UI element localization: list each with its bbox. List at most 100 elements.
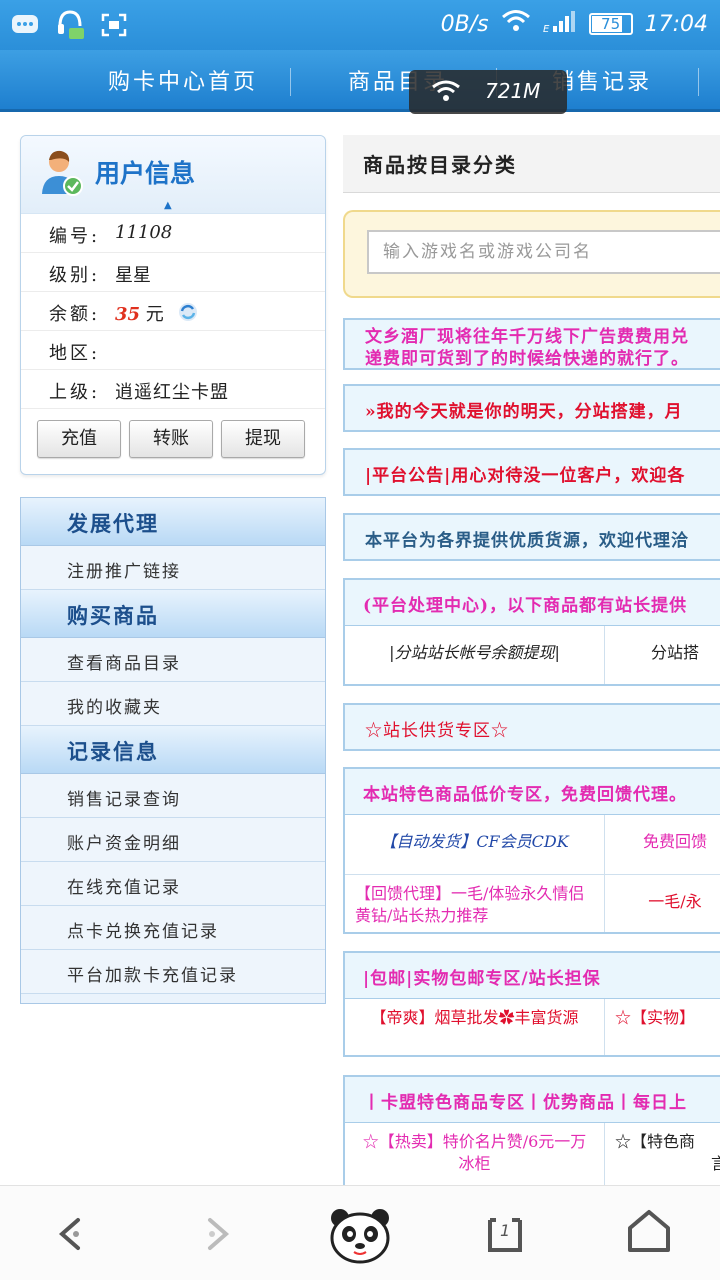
- goods-table-header: 本站特色商品低价专区，免费回馈代理。: [345, 769, 720, 815]
- goods-table-shipping: |包邮|实物包邮专区/站长担保 【帝爽】烟草批发✿丰富货源 ☆【实物】 （: [343, 951, 720, 1057]
- menu-item-label: 平台加款卡充值记录: [67, 966, 238, 986]
- menu-item-label: 查看商品目录: [67, 654, 181, 674]
- table-row: 【帝爽】烟草批发✿丰富货源 ☆【实物】 （: [345, 999, 720, 1055]
- goods-table-special: 丨卡盟特色商品专区丨优势商品丨每日上 ☆【热卖】特价名片赞/6元一万 冰柜 ☆【…: [343, 1075, 720, 1187]
- message-icon: [10, 13, 40, 41]
- goods-link[interactable]: 分站搭: [605, 626, 720, 684]
- user-row-region: 地区:: [21, 331, 325, 370]
- clock: 17:04: [644, 11, 708, 37]
- goods-link-text: 言: [615, 1154, 720, 1173]
- menu-item-online-recharge[interactable]: 在线充值记录: [21, 862, 325, 906]
- user-row-parent: 上级: 逍遥红尘卡盟: [21, 370, 325, 409]
- status-bar: 0B/s E 75 17:04: [0, 0, 720, 50]
- svg-text:E: E: [543, 24, 550, 34]
- panda-menu-icon[interactable]: [328, 1206, 392, 1268]
- user-balance-value: 35 元: [115, 300, 164, 326]
- wifi-icon: [501, 8, 531, 40]
- notice-banner[interactable]: ☆站长供货专区☆: [343, 703, 720, 751]
- nav-divider: [698, 68, 699, 96]
- table-row: 【自动发货】CF会员CDK 免费回馈: [345, 815, 720, 875]
- headset-icon: [54, 8, 86, 46]
- goods-table-header: 丨卡盟特色商品专区丨优势商品丨每日上: [345, 1077, 720, 1123]
- side-menu: 发展代理 注册推广链接 购买商品 查看商品目录 我的收藏夹 记录信息 销售记录查…: [20, 497, 326, 1004]
- battery-icon: 75: [588, 13, 633, 35]
- forward-icon[interactable]: [198, 1214, 238, 1258]
- menu-item-register-link[interactable]: 注册推广链接: [21, 546, 325, 590]
- user-row-balance: 余额: 35 元: [21, 292, 325, 331]
- table-row: ☆【热卖】特价名片赞/6元一万 冰柜 ☆【特色商 言: [345, 1123, 720, 1185]
- notice-line: |平台公告|用心对待没一位客户，欢迎各: [365, 466, 686, 486]
- menu-item-label: 账户资金明细: [67, 834, 181, 854]
- data-usage-toast: 721M: [409, 70, 567, 114]
- goods-link[interactable]: ☆【特色商 言: [605, 1123, 720, 1185]
- user-id-label: 编号:: [49, 226, 101, 247]
- goods-table-title: 丨卡盟特色商品专区丨优势商品丨每日上: [363, 1093, 687, 1113]
- svg-text:1: 1: [500, 1221, 510, 1240]
- user-row-id: 编号: 11108: [21, 214, 325, 253]
- goods-link[interactable]: ☆【实物】 （: [605, 999, 720, 1055]
- home-icon[interactable]: [626, 1208, 672, 1258]
- screenshot-icon: [100, 12, 128, 42]
- user-parent-label: 上级:: [49, 382, 101, 403]
- menu-section-records: 记录信息: [21, 726, 325, 774]
- menu-item-view-catalog[interactable]: 查看商品目录: [21, 638, 325, 682]
- collapse-caret-icon[interactable]: ▲: [164, 200, 172, 211]
- nav-home-link[interactable]: 购卡中心首页: [108, 64, 258, 96]
- withdraw-button[interactable]: 提现: [221, 420, 305, 458]
- user-id-value: 11108: [115, 222, 173, 243]
- menu-item-label: 在线充值记录: [67, 878, 181, 898]
- goods-link-text: ☆【特色商: [615, 1132, 696, 1151]
- menu-section-title: 记录信息: [67, 739, 159, 764]
- menu-item-favorites[interactable]: 我的收藏夹: [21, 682, 325, 726]
- menu-section-title: 购买商品: [67, 603, 159, 628]
- tabs-icon[interactable]: 1: [482, 1210, 526, 1258]
- toast-text: 721M: [485, 79, 541, 103]
- signal-icon: E: [543, 8, 577, 40]
- goods-link-text: ☆【实物】: [615, 1008, 696, 1027]
- goods-link[interactable]: ☆【热卖】特价名片赞/6元一万 冰柜: [345, 1123, 605, 1185]
- search-box: 输入游戏名或游戏公司名: [343, 210, 720, 298]
- goods-table-title: 本站特色商品低价专区，免费回馈代理。: [363, 785, 687, 805]
- goods-link[interactable]: 【自动发货】CF会员CDK: [345, 815, 605, 874]
- back-icon[interactable]: [50, 1214, 90, 1258]
- goods-table-title: |包邮|实物包邮专区/站长担保: [363, 969, 601, 989]
- user-info-panel: 用户信息 ▲ 编号: 11108 级别: 星星 余额: 35 元 地区: 上级:…: [20, 135, 326, 475]
- category-title: 商品按目录分类: [363, 153, 517, 177]
- notice-banner[interactable]: 本平台为各界提供优质货源，欢迎代理洽: [343, 513, 720, 561]
- user-balance-label: 余额:: [49, 304, 101, 325]
- menu-item-label: 注册推广链接: [67, 562, 181, 582]
- goods-link[interactable]: |分站站长帐号余额提现|: [345, 626, 605, 684]
- notice-line: ☆站长供货专区☆: [365, 721, 509, 741]
- search-input[interactable]: 输入游戏名或游戏公司名: [367, 230, 720, 274]
- notice-line: 递费即可货到了的时候给快递的就行了。: [365, 349, 689, 369]
- menu-section-agent: 发展代理: [21, 498, 325, 546]
- menu-item-fund-detail[interactable]: 账户资金明细: [21, 818, 325, 862]
- refresh-icon[interactable]: [177, 301, 199, 328]
- user-row-level: 级别: 星星: [21, 253, 325, 292]
- notice-banner[interactable]: |平台公告|用心对待没一位客户，欢迎各: [343, 448, 720, 496]
- nav-sales-link[interactable]: 销售记录: [552, 64, 652, 96]
- user-info-title: 用户信息: [95, 159, 196, 188]
- goods-table-platform: (平台处理中心)，以下商品都有站长提供 |分站站长帐号余额提现| 分站搭: [343, 578, 720, 686]
- battery-level: 75: [601, 15, 621, 33]
- menu-item-sales-query[interactable]: 销售记录查询: [21, 774, 325, 818]
- top-navigation: 购卡中心首页 商品目录 销售记录: [0, 50, 720, 112]
- recharge-button[interactable]: 充值: [37, 420, 121, 458]
- notice-line: 本平台为各界提供优质货源，欢迎代理洽: [365, 531, 689, 551]
- notice-line: »我的今天就是你的明天，分站搭建，月: [365, 402, 683, 422]
- goods-link[interactable]: 【回馈代理】一毛/体验永久情侣黄钻/站长热力推荐: [345, 875, 605, 932]
- balance-amount: 35: [115, 304, 141, 325]
- menu-item-platform-card[interactable]: 平台加款卡充值记录: [21, 950, 325, 994]
- goods-link[interactable]: 一毛/永: [605, 875, 720, 932]
- network-speed: 0B/s: [440, 11, 489, 37]
- goods-table-header: |包邮|实物包邮专区/站长担保: [345, 953, 720, 999]
- transfer-button[interactable]: 转账: [129, 420, 213, 458]
- notice-banner[interactable]: »我的今天就是你的明天，分站搭建，月: [343, 384, 720, 432]
- menu-item-card-exchange[interactable]: 点卡兑换充值记录: [21, 906, 325, 950]
- goods-link[interactable]: 免费回馈: [605, 815, 720, 874]
- user-avatar-icon: [39, 148, 85, 202]
- goods-table-featured: 本站特色商品低价专区，免费回馈代理。 【自动发货】CF会员CDK 免费回馈 【回…: [343, 767, 720, 934]
- notice-banner[interactable]: 文乡酒厂现将往年千万线下广告费费用兑 递费即可货到了的时候给快递的就行了。: [343, 318, 720, 370]
- goods-link[interactable]: 【帝爽】烟草批发✿丰富货源: [345, 999, 605, 1055]
- menu-item-label: 我的收藏夹: [67, 698, 162, 718]
